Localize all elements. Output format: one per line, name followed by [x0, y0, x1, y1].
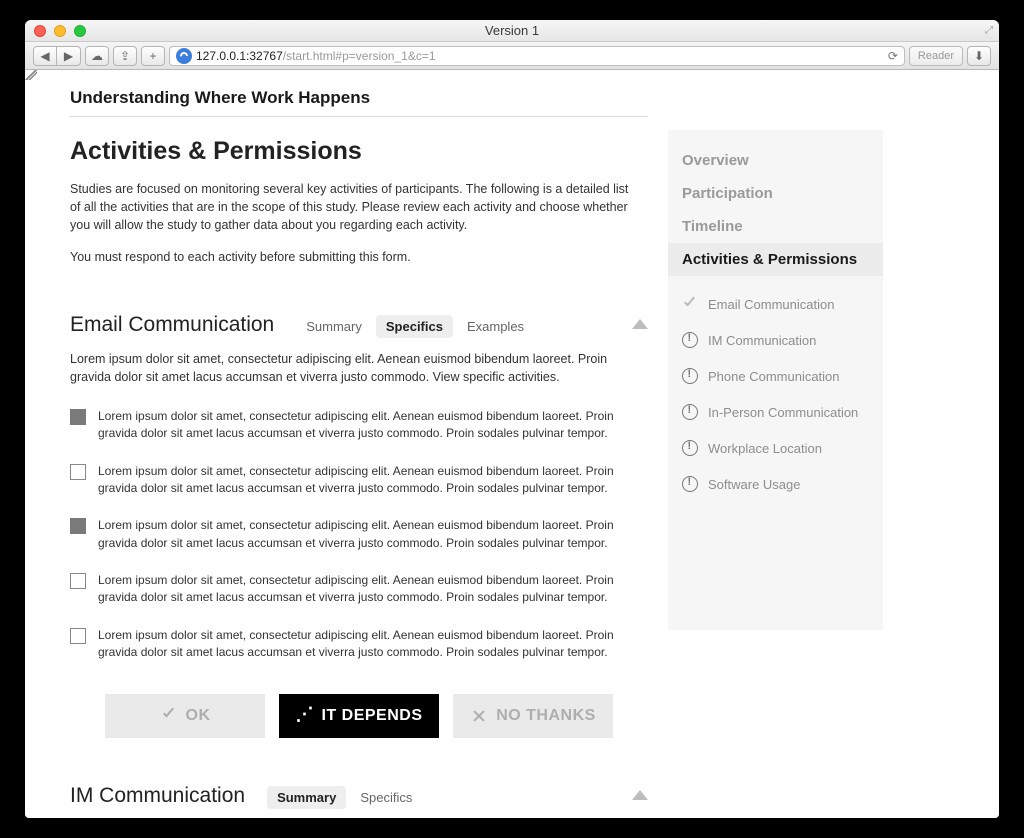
activity-im: IM Communication Summary Specifics	[70, 784, 648, 809]
compass-icon	[176, 48, 192, 64]
collapse-icon[interactable]	[632, 790, 648, 800]
url-path: /start.html#p=version_1&c=1	[283, 49, 436, 63]
tab-summary[interactable]: Summary	[296, 315, 372, 338]
x-icon	[470, 708, 486, 724]
checklist-item: Lorem ipsum dolor sit amet, consectetur …	[70, 408, 648, 443]
sidebar-nav-item[interactable]: Activities & Permissions	[668, 243, 883, 276]
window-zoom-button[interactable]	[74, 25, 86, 37]
alert-icon	[682, 332, 698, 348]
checklist-item: Lorem ipsum dolor sit amet, consectetur …	[70, 572, 648, 607]
nav-back-button[interactable]: ◀	[33, 46, 57, 66]
page-title: Understanding Where Work Happens	[70, 88, 648, 117]
alert-icon	[682, 368, 698, 384]
browser-window: Version 1 ⤢ ◀ ▶ ☁ ⇪ + 127.0.0.1:32767/st…	[25, 20, 999, 818]
check-icon	[160, 708, 176, 724]
tab-specifics[interactable]: Specifics	[350, 786, 422, 809]
checklist-item: Lorem ipsum dolor sit amet, consectetur …	[70, 627, 648, 662]
choice-row: OK IT DEPENDS NO THANKS	[70, 694, 648, 738]
sidebar-sub-item-label: Phone Communication	[708, 369, 840, 384]
resize-handle-icon[interactable]	[25, 70, 37, 80]
sidebar-sub-item[interactable]: Email Communication	[668, 288, 883, 320]
choice-it-depends[interactable]: IT DEPENDS	[279, 694, 439, 738]
intro-paragraph-1: Studies are focused on monitoring severa…	[70, 180, 640, 234]
sidebar-nav-item[interactable]: Participation	[668, 177, 883, 210]
choice-no-thanks[interactable]: NO THANKS	[453, 694, 613, 738]
window-expand-icon[interactable]: ⤢	[985, 25, 993, 36]
reload-button[interactable]: ⟳	[888, 49, 898, 63]
activity-description: Lorem ipsum dolor sit amet, consectetur …	[70, 350, 648, 386]
icloud-button[interactable]: ☁	[85, 46, 109, 66]
checkbox[interactable]	[70, 409, 86, 425]
choice-depends-label: IT DEPENDS	[321, 707, 422, 725]
sidebar-sub-item[interactable]: Workplace Location	[668, 432, 883, 464]
page-viewport: Understanding Where Work Happens Activit…	[25, 70, 999, 818]
checkbox[interactable]	[70, 573, 86, 589]
share-button[interactable]: ⇪	[113, 46, 137, 66]
url-host: 127.0.0.1:32767	[196, 49, 283, 63]
choice-no-label: NO THANKS	[496, 707, 596, 725]
collapse-icon[interactable]	[632, 319, 648, 329]
checkbox[interactable]	[70, 518, 86, 534]
tab-specifics[interactable]: Specifics	[376, 315, 453, 338]
tab-summary[interactable]: Summary	[267, 786, 346, 809]
window-minimize-button[interactable]	[54, 25, 66, 37]
address-bar[interactable]: 127.0.0.1:32767/start.html#p=version_1&c…	[169, 46, 905, 66]
checklist-item: Lorem ipsum dolor sit amet, consectetur …	[70, 517, 648, 552]
intro-paragraph-2: You must respond to each activity before…	[70, 248, 640, 266]
checkbox[interactable]	[70, 464, 86, 480]
checklist-item-text: Lorem ipsum dolor sit amet, consectetur …	[98, 463, 648, 498]
activity-tabs: Summary Specifics	[267, 786, 422, 809]
window-titlebar: Version 1 ⤢	[25, 20, 999, 42]
checklist-item-text: Lorem ipsum dolor sit amet, consectetur …	[98, 627, 648, 662]
sidebar-sub-item[interactable]: In-Person Communication	[668, 396, 883, 428]
sidebar-sub-item[interactable]: Software Usage	[668, 468, 883, 500]
page-scroll[interactable]: Understanding Where Work Happens Activit…	[25, 70, 999, 818]
sidebar-sub-item-label: Email Communication	[708, 297, 834, 312]
downloads-button[interactable]: ⬇	[967, 46, 991, 66]
sidebar-sub-item-label: Workplace Location	[708, 441, 822, 456]
window-title: Version 1	[25, 23, 999, 38]
alert-icon	[682, 404, 698, 420]
activity-email: Email Communication Summary Specifics Ex…	[70, 313, 648, 738]
choice-ok[interactable]: OK	[105, 694, 265, 738]
checklist-item: Lorem ipsum dolor sit amet, consectetur …	[70, 463, 648, 498]
main-content: Understanding Where Work Happens Activit…	[70, 88, 668, 809]
alert-icon	[682, 440, 698, 456]
activity-title: IM Communication	[70, 784, 245, 808]
alert-icon	[682, 476, 698, 492]
dotted-check-icon	[295, 708, 311, 724]
checklist-item-text: Lorem ipsum dolor sit amet, consectetur …	[98, 517, 648, 552]
checkbox[interactable]	[70, 628, 86, 644]
checklist-item-text: Lorem ipsum dolor sit amet, consectetur …	[98, 408, 648, 443]
sidebar-nav: OverviewParticipationTimelineActivities …	[668, 130, 883, 630]
reader-button[interactable]: Reader	[909, 46, 963, 66]
tab-examples[interactable]: Examples	[457, 315, 534, 338]
sidebar-sub-item-label: IM Communication	[708, 333, 816, 348]
add-button[interactable]: +	[141, 46, 165, 66]
sidebar-sub-item[interactable]: IM Communication	[668, 324, 883, 356]
activity-title: Email Communication	[70, 313, 274, 337]
sidebar-sub-item[interactable]: Phone Communication	[668, 360, 883, 392]
section-heading: Activities & Permissions	[70, 137, 648, 166]
browser-toolbar: ◀ ▶ ☁ ⇪ + 127.0.0.1:32767/start.html#p=v…	[25, 42, 999, 70]
check-icon	[682, 296, 698, 312]
nav-forward-button[interactable]: ▶	[57, 46, 81, 66]
choice-ok-label: OK	[186, 707, 211, 725]
sidebar-sub-item-label: Software Usage	[708, 477, 801, 492]
window-close-button[interactable]	[34, 25, 46, 37]
sidebar-nav-item[interactable]: Timeline	[668, 210, 883, 243]
checklist-item-text: Lorem ipsum dolor sit amet, consectetur …	[98, 572, 648, 607]
activity-checklist: Lorem ipsum dolor sit amet, consectetur …	[70, 408, 648, 662]
activity-tabs: Summary Specifics Examples	[296, 315, 534, 338]
sidebar-nav-item[interactable]: Overview	[668, 144, 883, 177]
sidebar-sub-item-label: In-Person Communication	[708, 405, 858, 420]
